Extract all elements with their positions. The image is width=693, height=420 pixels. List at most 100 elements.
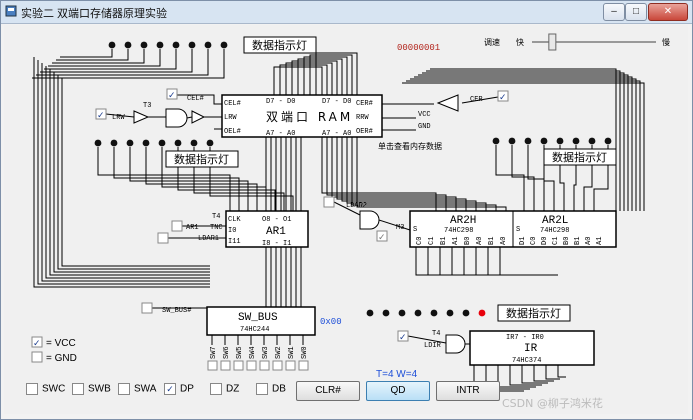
watermark: CSDN @柳子鸿米花 bbox=[502, 396, 603, 410]
dual-port-ram-chip[interactable]: CEL# LRW OEL# CER# RRW OER# D7 - D0 D7 -… bbox=[221, 94, 383, 138]
svg-text:数据指示灯: 数据指示灯 bbox=[174, 152, 229, 166]
svg-text:✓: ✓ bbox=[499, 92, 507, 102]
led-indicator bbox=[572, 137, 580, 145]
switch-checkbox[interactable] bbox=[220, 360, 231, 371]
mode-switch-swa[interactable]: SWA bbox=[118, 383, 156, 395]
app-window: 实验二 双端口存储器原理实验 – □ ✕ 数据指示灯 数据指示灯 数据指示灯 数… bbox=[0, 0, 693, 420]
switch-checkbox[interactable] bbox=[246, 360, 257, 371]
led-indicator bbox=[124, 41, 132, 49]
ram-hint[interactable]: 单击查看内存数据 bbox=[378, 141, 442, 151]
mode-checkbox[interactable]: ✓ bbox=[164, 383, 176, 395]
svg-text:✓: ✓ bbox=[97, 110, 105, 120]
gnd-legend-checkbox bbox=[31, 351, 43, 363]
ram-title: 双端口 RAM bbox=[266, 110, 353, 124]
memory-value: 00000001 bbox=[397, 43, 440, 53]
gate-t4b-label: T4 bbox=[432, 330, 440, 338]
led-indicator bbox=[110, 139, 118, 147]
sw-bus-checkbox[interactable] bbox=[141, 302, 153, 314]
mode-switch-dp[interactable]: ✓ DP bbox=[164, 383, 194, 395]
svg-text:AR2L: AR2L bbox=[542, 215, 568, 227]
switch-checkbox[interactable] bbox=[233, 360, 244, 371]
svg-text:✓: ✓ bbox=[168, 90, 176, 100]
mode-label: SWB bbox=[88, 383, 111, 395]
mode-checkbox[interactable] bbox=[256, 383, 268, 395]
svg-text:I0: I0 bbox=[228, 227, 236, 235]
svg-text:LRW: LRW bbox=[224, 114, 237, 122]
led-indicator bbox=[204, 41, 212, 49]
svg-text:CEL#: CEL# bbox=[224, 100, 241, 108]
svg-text:74HC244: 74HC244 bbox=[240, 326, 269, 334]
maximize-button[interactable]: □ bbox=[625, 3, 647, 21]
mode-switch-db[interactable]: DB bbox=[256, 383, 286, 395]
ldar2-checkbox[interactable] bbox=[323, 196, 335, 208]
title-bar: 实验二 双端口存储器原理实验 – □ ✕ bbox=[1, 1, 692, 24]
mode-switch-dz[interactable]: DZ bbox=[210, 383, 239, 395]
buffer-gate-icon bbox=[133, 110, 150, 124]
switch-labels: SW7 SW6 SW5 SW4 SW3 SW2 SW1 SW0 bbox=[207, 346, 309, 371]
svg-text:S: S bbox=[516, 226, 520, 234]
svg-text:SW0: SW0 bbox=[301, 346, 309, 359]
experiment-canvas: 数据指示灯 数据指示灯 数据指示灯 数据指示灯 00000001 调速 快 慢 bbox=[4, 25, 688, 414]
svg-text:A0: A0 bbox=[476, 237, 484, 245]
svg-text:CLK: CLK bbox=[228, 216, 241, 224]
switch-checkbox[interactable] bbox=[207, 360, 218, 371]
switch-checkbox[interactable] bbox=[272, 360, 283, 371]
ldar1-checkbox[interactable] bbox=[157, 232, 169, 244]
svg-text:D0: D0 bbox=[541, 237, 549, 245]
sw-bus-chip[interactable]: SW_BUS 74HC244 bbox=[206, 306, 316, 336]
speed-slider-thumb[interactable] bbox=[548, 33, 557, 51]
mode-switch-swc[interactable]: SWC bbox=[26, 383, 65, 395]
intr-button[interactable]: INTR bbox=[436, 381, 500, 401]
minimize-button[interactable]: – bbox=[603, 3, 625, 21]
led-indicator bbox=[156, 41, 164, 49]
svg-text:RRW: RRW bbox=[356, 114, 369, 122]
close-button[interactable]: ✕ bbox=[648, 3, 688, 21]
svg-text:B1: B1 bbox=[440, 237, 448, 245]
led-indicator bbox=[382, 309, 390, 317]
mode-checkbox[interactable] bbox=[118, 383, 130, 395]
ar1-checkbox[interactable] bbox=[171, 220, 183, 232]
svg-text:SW1: SW1 bbox=[288, 346, 296, 359]
mode-switch-swb[interactable]: SWB bbox=[72, 383, 111, 395]
led-indicator bbox=[604, 137, 612, 145]
ar1-register-chip[interactable]: CLK I0 I11 O8 - O1 I8 - I1 AR1 bbox=[225, 210, 309, 248]
svg-text:SW6: SW6 bbox=[223, 346, 231, 359]
svg-text:B0: B0 bbox=[563, 237, 571, 245]
ir-register-chip[interactable]: IR7 - IR0 IR 74HC374 bbox=[469, 330, 595, 366]
svg-text:A1: A1 bbox=[596, 237, 604, 245]
led-row-right bbox=[492, 137, 612, 145]
switch-checkbox[interactable] bbox=[298, 360, 309, 371]
lrw-signal-label: LRW bbox=[112, 114, 125, 122]
switch-checkbox[interactable] bbox=[259, 360, 270, 371]
led-indicator bbox=[190, 139, 198, 147]
mode-label: DZ bbox=[226, 383, 240, 395]
mode-label: SWC bbox=[42, 383, 66, 395]
led-indicator bbox=[492, 137, 500, 145]
svg-text:D7 - D0: D7 - D0 bbox=[322, 98, 351, 106]
svg-text:CER#: CER# bbox=[356, 100, 373, 108]
svg-text:✓: ✓ bbox=[33, 338, 41, 348]
mode-checkbox[interactable] bbox=[72, 383, 84, 395]
led-indicator bbox=[478, 309, 486, 317]
mode-checkbox[interactable] bbox=[210, 383, 222, 395]
svg-text:A7 - A0: A7 - A0 bbox=[266, 130, 295, 138]
ldar1-signal-label: LDAR1 bbox=[198, 235, 219, 243]
svg-text:74HC298: 74HC298 bbox=[540, 227, 569, 235]
svg-text:74HC374: 74HC374 bbox=[512, 357, 541, 365]
switch-checkbox[interactable] bbox=[285, 360, 296, 371]
led-indicator bbox=[206, 139, 214, 147]
svg-text:A7 - A0: A7 - A0 bbox=[322, 130, 351, 138]
clr-button[interactable]: CLR# bbox=[296, 381, 360, 401]
svg-text:C0: C0 bbox=[416, 237, 424, 245]
svg-text:D7 - D0: D7 - D0 bbox=[266, 98, 295, 106]
qd-button[interactable]: QD bbox=[366, 381, 430, 401]
vcc-label: VCC bbox=[418, 111, 431, 119]
timing-label: T=4 W=4 bbox=[376, 369, 418, 380]
tnc-label: TNC bbox=[210, 224, 223, 232]
svg-text:74HC298: 74HC298 bbox=[444, 227, 473, 235]
led-indicator bbox=[366, 309, 374, 317]
svg-text:AR1: AR1 bbox=[266, 226, 286, 238]
mode-checkbox[interactable] bbox=[26, 383, 38, 395]
svg-text:B0: B0 bbox=[464, 237, 472, 245]
gnd-legend-label: = GND bbox=[46, 353, 77, 364]
